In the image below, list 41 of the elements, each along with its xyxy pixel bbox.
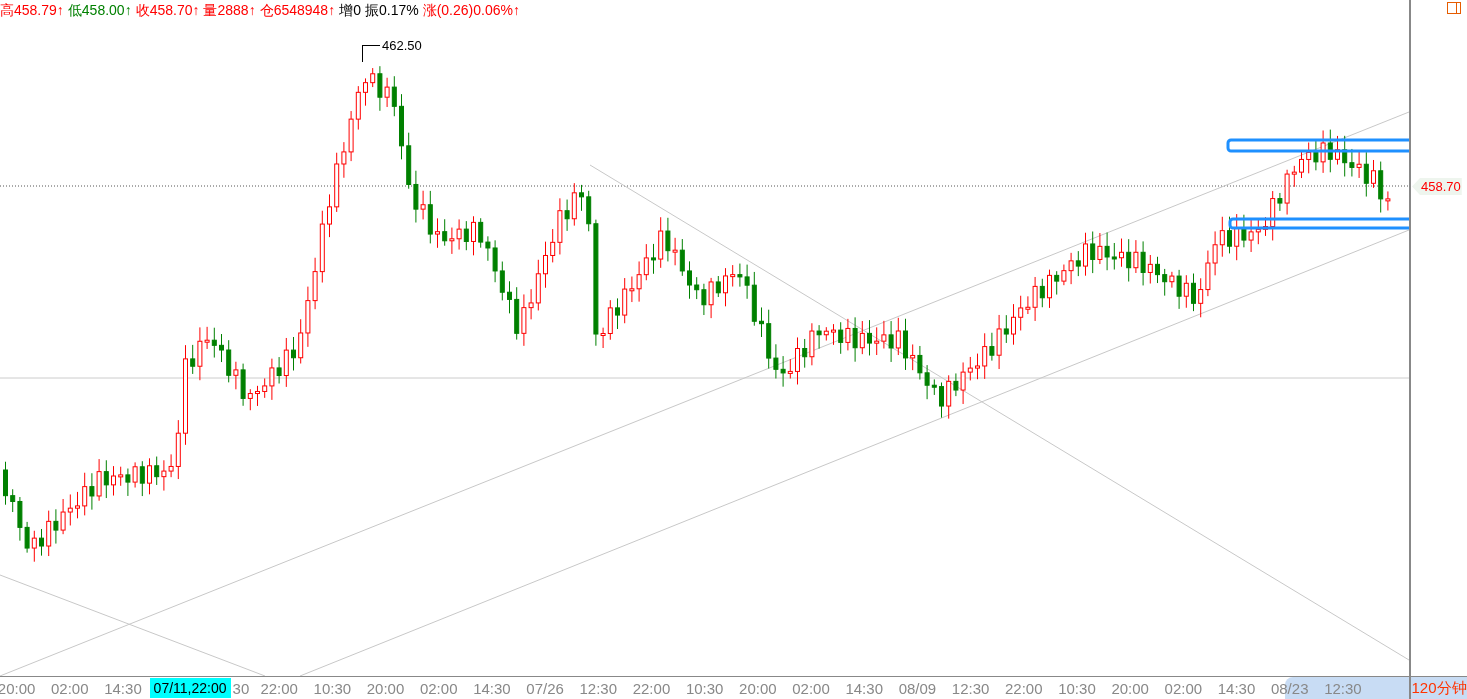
trend-line[interactable] [0, 111, 1409, 676]
time-label: 02:00 [50, 679, 90, 697]
quote-value: 高458.79↑ [0, 2, 64, 18]
peak-marker [361, 44, 381, 63]
time-label: 10:30 [312, 679, 353, 697]
trend-line[interactable] [299, 229, 1409, 676]
quote-value: 量2888↑ [203, 2, 256, 18]
period-label[interactable]: 120分钟 [1409, 676, 1467, 699]
quote-value: 涨(0.26)0.06%↑ [422, 2, 520, 18]
quote-value: 振0.17% [364, 2, 419, 18]
time-label: 08/23 [1269, 679, 1310, 697]
time-label: 30 [231, 679, 251, 697]
cursor-time-label: 07/11,22:00 [149, 678, 231, 698]
time-label: 20:00 [738, 679, 778, 697]
time-label: 10:30 [684, 679, 725, 697]
time-label: 10:30 [1057, 679, 1097, 697]
time-label: 02:00 [418, 679, 459, 697]
time-label: 14:30 [103, 679, 143, 697]
time-label: 12:30 [950, 679, 991, 697]
time-label: 02:00 [1163, 679, 1204, 697]
time-label: 12:30 [578, 679, 619, 697]
time-label: 02:00 [791, 679, 831, 697]
time-label: 07/26 [525, 679, 565, 697]
quote-value: 低458.00↑ [67, 2, 132, 18]
window-icon[interactable] [1447, 2, 1461, 14]
time-label: 20:00 [365, 679, 406, 697]
trend-line[interactable] [589, 164, 1409, 661]
last-price-label: 458.70 [1412, 178, 1462, 195]
time-label: 14:30 [1216, 679, 1257, 697]
time-label: 22:00 [1004, 679, 1044, 697]
time-label: 14:30 [844, 679, 884, 697]
time-label: 14:30 [472, 679, 512, 697]
time-label: 22:00 [631, 679, 672, 697]
peak-price-label: 462.50 [382, 38, 422, 53]
quote-value: 收458.70↑ [135, 2, 200, 18]
time-label: 08/09 [897, 679, 938, 697]
time-label: 12:30 [1323, 679, 1363, 697]
quote-value: 仓6548948↑ [259, 2, 336, 18]
time-label: 22:00 [259, 679, 299, 697]
time-label: 20:00 [1110, 679, 1150, 697]
quote-value: 增0 [339, 2, 361, 18]
